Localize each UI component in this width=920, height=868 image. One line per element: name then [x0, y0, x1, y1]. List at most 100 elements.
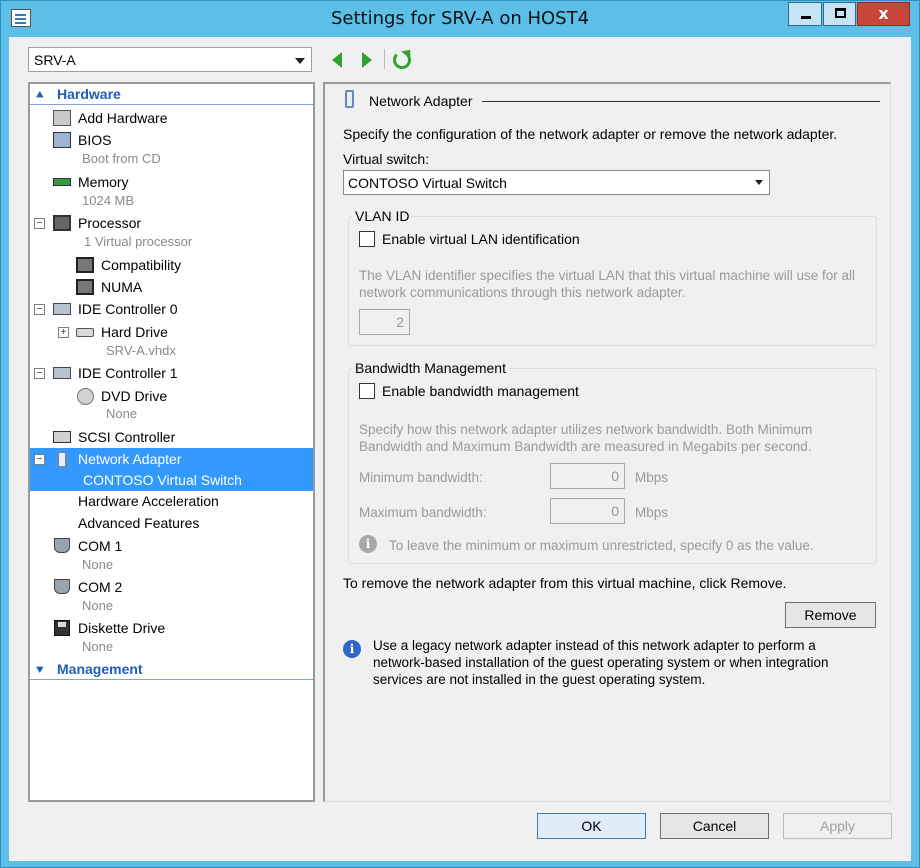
tree-item-com1[interactable]: COM 1 — [30, 535, 313, 557]
close-icon: x — [878, 4, 889, 23]
tree-item-compatibility[interactable]: Compatibility — [30, 254, 313, 276]
tree-item-com2[interactable]: COM 2 — [30, 576, 313, 598]
cancel-button[interactable]: Cancel — [660, 813, 769, 839]
collapse-expander-icon[interactable]: − — [34, 368, 45, 379]
tree-item-hard-drive[interactable]: + Hard Drive — [30, 321, 313, 343]
vlan-description-line2: network communications through this netw… — [359, 285, 686, 300]
tree-item-label: Hard Drive — [101, 324, 168, 340]
tree-item-detail: CONTOSO Virtual Switch — [83, 472, 242, 488]
tree-item-detail: 1024 MB — [82, 193, 135, 208]
management-section-header[interactable]: ⯆ Management — [30, 659, 313, 680]
add-hardware-icon — [53, 110, 71, 126]
vm-selector-dropdown[interactable]: SRV-A — [28, 47, 312, 72]
maximize-icon — [835, 8, 846, 18]
vlan-id-input[interactable]: 2 — [359, 309, 410, 335]
vlan-id-group: VLAN ID Enable virtual LAN identificatio… — [348, 208, 877, 346]
enable-bandwidth-checkbox[interactable] — [359, 383, 375, 399]
minimum-bandwidth-input[interactable]: 0 — [550, 463, 625, 489]
tree-item-label: COM 1 — [78, 538, 123, 554]
minimize-button[interactable] — [788, 2, 822, 26]
management-header-label: Management — [57, 661, 143, 677]
legacy-adapter-info: Use a legacy network adapter instead of … — [373, 638, 829, 687]
toolbar-separator — [384, 49, 385, 69]
bandwidth-hint: To leave the minimum or maximum unrestri… — [389, 538, 814, 553]
enable-bandwidth-label[interactable]: Enable bandwidth management — [382, 383, 579, 399]
remove-button[interactable]: Remove — [785, 602, 876, 628]
bandwidth-description-line1: Specify how this network adapter utilize… — [359, 422, 813, 437]
ide-controller-icon — [53, 303, 71, 315]
tree-item-advanced-features[interactable]: Advanced Features — [30, 512, 313, 534]
maximum-bandwidth-label: Maximum bandwidth: — [359, 505, 487, 520]
title-bar[interactable]: Settings for SRV-A on HOST4 x — [1, 1, 919, 37]
collapse-expander-icon[interactable]: − — [34, 304, 45, 315]
tree-item-detail: 1 Virtual processor — [84, 234, 193, 249]
collapse-expander-icon[interactable]: − — [34, 454, 45, 465]
maximum-bandwidth-input[interactable]: 0 — [550, 498, 625, 524]
virtual-switch-label: Virtual switch: — [343, 151, 430, 167]
info-icon: i — [343, 640, 361, 658]
tree-item-bios[interactable]: BIOS — [30, 129, 313, 151]
processor-icon — [53, 215, 71, 231]
tree-item-label: Add Hardware — [78, 110, 168, 126]
diskette-icon — [54, 620, 70, 636]
tree-item-detail: None — [106, 406, 138, 421]
tree-item-label: BIOS — [78, 132, 112, 148]
network-adapter-panel: Network Adapter Specify the configuratio… — [323, 82, 891, 802]
close-button[interactable]: x — [857, 2, 910, 26]
chevron-down-icon — [755, 180, 763, 185]
tree-item-label: Processor — [78, 215, 142, 231]
window-title: Settings for SRV-A on HOST4 — [330, 8, 590, 29]
tree-item-memory[interactable]: Memory — [30, 171, 313, 193]
info-icon: i — [359, 535, 377, 553]
tree-item-label: COM 2 — [78, 579, 123, 595]
enable-vlan-checkbox[interactable] — [359, 231, 375, 247]
tree-item-hardware-acceleration[interactable]: Hardware Acceleration — [30, 490, 313, 512]
title-divider — [482, 101, 880, 102]
enable-vlan-label[interactable]: Enable virtual LAN identification — [382, 231, 580, 247]
com-port-icon — [54, 579, 70, 594]
tree-item-label: DVD Drive — [101, 388, 168, 404]
tree-item-detail: None — [82, 598, 114, 613]
next-arrow-icon[interactable] — [362, 52, 372, 68]
scsi-controller-icon — [53, 431, 71, 443]
compatibility-icon — [76, 257, 94, 273]
panel-title: Network Adapter — [369, 93, 473, 109]
tree-item-label: NUMA — [101, 279, 143, 295]
bandwidth-group-title: Bandwidth Management — [352, 360, 509, 376]
minimum-bandwidth-label: Minimum bandwidth: — [359, 470, 483, 485]
hardware-section-header[interactable]: ⯅ Hardware — [30, 84, 313, 105]
virtual-switch-dropdown[interactable]: CONTOSO Virtual Switch — [343, 170, 770, 195]
tree-item-selected-detail-row[interactable]: CONTOSO Virtual Switch — [30, 470, 313, 491]
tree-item-processor[interactable]: − Processor — [30, 212, 313, 234]
previous-arrow-icon[interactable] — [332, 52, 342, 68]
tree-item-numa[interactable]: NUMA — [30, 276, 313, 298]
ok-button[interactable]: OK — [537, 813, 646, 839]
bandwidth-description-line2: Bandwidth and Maximum Bandwidth are meas… — [359, 439, 812, 454]
tree-item-ide-controller-0[interactable]: − IDE Controller 0 — [30, 298, 313, 320]
tree-item-ide-controller-1[interactable]: − IDE Controller 1 — [30, 362, 313, 384]
numa-icon — [76, 279, 94, 295]
refresh-icon[interactable] — [393, 51, 411, 69]
minimize-icon — [801, 16, 811, 19]
tree-item-dvd-drive[interactable]: DVD Drive — [30, 385, 313, 407]
ide-controller-icon — [53, 367, 71, 379]
tree-item-label: Network Adapter — [78, 451, 182, 467]
expand-expander-icon[interactable]: + — [58, 327, 69, 338]
hard-drive-icon — [76, 328, 94, 337]
apply-button[interactable]: Apply — [783, 813, 892, 839]
tree-item-label: IDE Controller 0 — [78, 301, 178, 317]
tree-item-add-hardware[interactable]: Add Hardware — [30, 107, 313, 129]
hardware-tree[interactable]: ⯅ Hardware Add Hardware BIOS Boot from C… — [28, 82, 315, 802]
tree-item-network-adapter[interactable]: − Network Adapter — [30, 448, 313, 470]
maximize-button[interactable] — [823, 2, 856, 26]
collapse-double-chevron-icon: ⯅ — [35, 88, 45, 102]
network-adapter-icon — [345, 90, 354, 108]
tree-item-label: Compatibility — [101, 257, 182, 273]
tree-item-diskette-drive[interactable]: Diskette Drive — [30, 617, 313, 639]
tree-item-scsi-controller[interactable]: SCSI Controller — [30, 426, 313, 448]
maximum-bandwidth-unit: Mbps — [635, 505, 669, 520]
tree-item-label: SCSI Controller — [78, 429, 176, 445]
com-port-icon — [54, 538, 70, 553]
dvd-drive-icon — [77, 388, 94, 405]
collapse-expander-icon[interactable]: − — [34, 218, 45, 229]
